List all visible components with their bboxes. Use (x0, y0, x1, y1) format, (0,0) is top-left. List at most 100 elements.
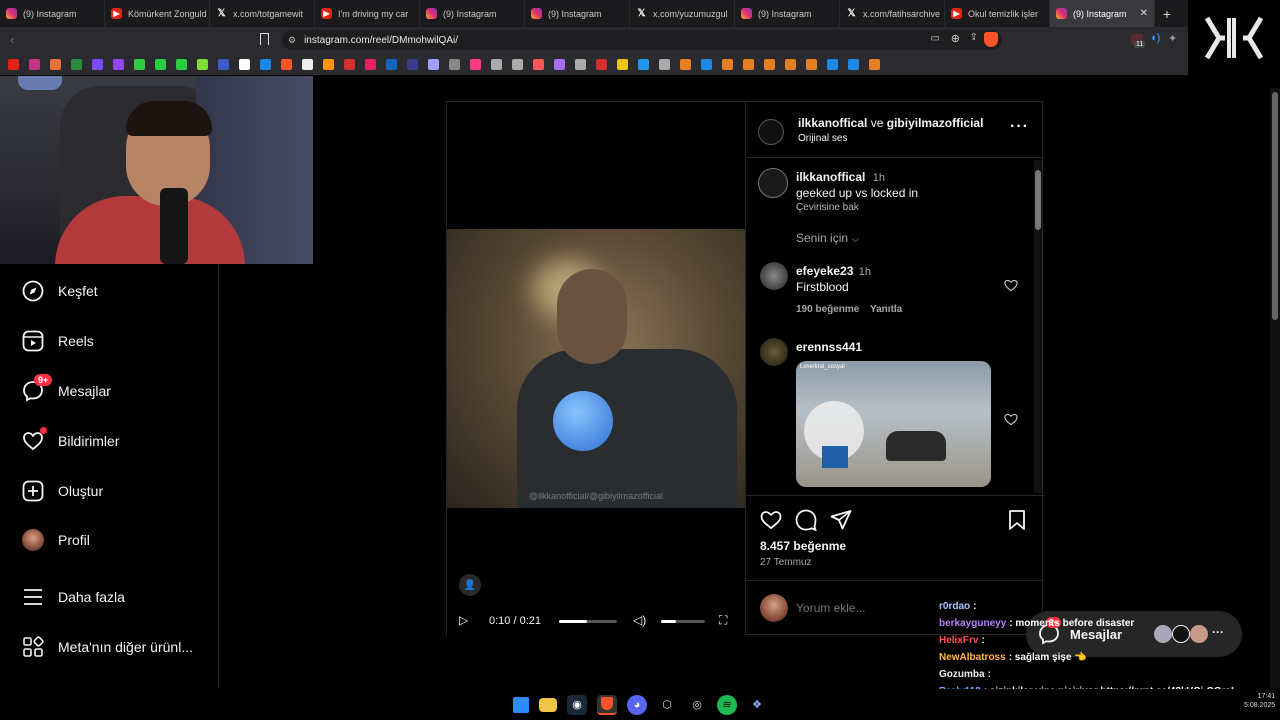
share-icon[interactable]: ⇪ (970, 32, 978, 43)
bookmark-favicon-icon[interactable] (827, 58, 838, 70)
file-explorer-icon[interactable] (539, 697, 557, 712)
comment-likes[interactable]: 190 beğenme (796, 304, 859, 315)
clock[interactable]: 17:41 5.08.2025 (1244, 692, 1275, 710)
brave-icon[interactable] (597, 694, 617, 715)
windows-start-icon[interactable] (513, 696, 529, 713)
bookmark-favicon-icon[interactable] (575, 58, 586, 70)
author-avatar[interactable] (758, 119, 784, 145)
play-icon[interactable]: ▷ (459, 613, 468, 627)
save-icon[interactable] (1008, 509, 1026, 536)
epic-icon[interactable]: ⬡ (657, 695, 677, 715)
comment-avatar[interactable] (760, 338, 788, 366)
comment-icon[interactable] (795, 509, 817, 536)
nav-messages[interactable]: 9+ Mesajlar (22, 374, 111, 402)
comment-image[interactable]: Lime/kral_sosyal (796, 361, 991, 487)
bookmark-favicon-icon[interactable] (596, 58, 607, 70)
browser-tab[interactable]: (9) Instagram (0, 0, 105, 27)
bookmark-favicon-icon[interactable] (239, 58, 250, 70)
browser-tab[interactable]: ▶ I'm driving my car (315, 0, 420, 27)
comments-scrollbar[interactable] (1034, 160, 1042, 493)
browser-tab[interactable]: 𝕏x.com/fatihsarchive (840, 0, 945, 27)
nav-more[interactable]: Daha fazla (22, 586, 125, 608)
browser-tab[interactable]: (9) Instagram (735, 0, 840, 27)
comment-like-icon[interactable] (1004, 413, 1018, 431)
page-scrollbar[interactable] (1270, 88, 1280, 688)
bookmark-favicon-icon[interactable] (533, 58, 544, 70)
site-info-icon[interactable]: ⚙ (288, 35, 296, 46)
comment-like-icon[interactable] (1004, 279, 1018, 297)
brave-shield-icon[interactable] (984, 32, 998, 47)
bookmark-favicon-icon[interactable] (92, 58, 103, 70)
zoom-icon[interactable]: ⊕ (951, 32, 960, 45)
bookmark-favicon-icon[interactable] (617, 58, 628, 70)
video-progress[interactable] (559, 620, 617, 623)
bookmark-favicon-icon[interactable] (743, 58, 754, 70)
bookmark-favicon-icon[interactable] (869, 58, 880, 70)
bookmark-favicon-icon[interactable] (50, 58, 61, 70)
bookmark-favicon-icon[interactable] (785, 58, 796, 70)
bookmark-favicon-icon[interactable] (554, 58, 565, 70)
bookmark-favicon-icon[interactable] (428, 58, 439, 70)
browser-tab[interactable]: ▶ Okul temizlik işler (945, 0, 1050, 27)
bookmark-favicon-icon[interactable] (197, 58, 208, 70)
url-text[interactable]: instagram.com/reel/DMmohwilQAi/ (304, 35, 458, 46)
browser-tab[interactable]: (9) Instagram (420, 0, 525, 27)
translate-link[interactable]: Çevirisine bak (796, 202, 859, 213)
app-icon[interactable]: ❖ (747, 695, 767, 715)
bookmark-favicon-icon[interactable] (491, 58, 502, 70)
browser-tab[interactable]: 𝕏x.com/totgamewit (210, 0, 315, 27)
comments-scroll[interactable]: ilkkanoffical 1h geeked up vs locked in … (746, 158, 1044, 495)
nav-profile[interactable]: Profil (22, 529, 90, 551)
bookmark-favicon-icon[interactable] (722, 58, 733, 70)
author-2[interactable]: gibiyilmazofficial (887, 116, 984, 130)
nav-notifications[interactable]: Bildirimler (22, 427, 119, 452)
fullscreen-icon[interactable]: ⛶ (719, 613, 727, 628)
bookmark-favicon-icon[interactable] (176, 58, 187, 70)
browser-tab[interactable]: (9) Instagram ✕ (1050, 0, 1155, 27)
bookmark-favicon-icon[interactable] (29, 58, 40, 70)
bookmark-favicon-icon[interactable] (134, 58, 145, 70)
bookmark-favicon-icon[interactable] (365, 58, 376, 70)
cast-icon[interactable]: ▭ (931, 33, 940, 44)
bookmark-favicon-icon[interactable] (281, 58, 292, 70)
bookmark-favicon-icon[interactable] (218, 58, 229, 70)
bookmark-favicon-icon[interactable] (806, 58, 817, 70)
more-options-icon[interactable]: ··· (1010, 118, 1029, 136)
author-1[interactable]: ilkkanoffical (798, 116, 867, 130)
caption-user[interactable]: ilkkanoffical (796, 170, 865, 184)
bookmark-favicon-icon[interactable] (302, 58, 313, 70)
bookmark-favicon-icon[interactable] (386, 58, 397, 70)
bookmark-favicon-icon[interactable] (113, 58, 124, 70)
discord-icon[interactable]: ◕ (627, 694, 647, 715)
spotify-icon[interactable]: ≋ (717, 694, 737, 715)
bookmark-icon[interactable] (260, 33, 269, 45)
bookmark-favicon-icon[interactable] (407, 58, 418, 70)
audio-label[interactable]: Orijinal ses (798, 133, 847, 144)
nav-reels[interactable]: Reels (22, 330, 94, 352)
bookmark-favicon-icon[interactable] (8, 58, 19, 70)
comment-user[interactable]: erennss441 (796, 340, 862, 354)
steam-icon[interactable]: ◉ (567, 694, 587, 715)
obs-icon[interactable]: ◎ (687, 695, 707, 715)
tagged-user-icon[interactable]: 👤 (459, 574, 481, 596)
bookmark-favicon-icon[interactable] (659, 58, 670, 70)
bookmark-favicon-icon[interactable] (701, 58, 712, 70)
reply-button[interactable]: Yanıtla (870, 304, 902, 315)
volume-icon[interactable]: ◁) (633, 613, 646, 627)
nav-create[interactable]: Oluştur (22, 480, 103, 502)
caption-avatar[interactable] (758, 168, 788, 198)
nav-explore[interactable]: Keşfet (22, 280, 98, 302)
address-bar[interactable]: ⚙ instagram.com/reel/DMmohwilQAi/ ▭ ⊕ ⇪ (282, 30, 1002, 50)
volume-slider[interactable] (661, 620, 705, 623)
like-icon[interactable] (760, 510, 782, 535)
comment-user[interactable]: efeyeke23 (796, 264, 853, 278)
more-icon[interactable]: ··· (1212, 625, 1224, 639)
extensions-icon[interactable]: ✦ (1168, 32, 1177, 45)
browser-tab[interactable]: 𝕏x.com/yuzumuzgul (630, 0, 735, 27)
sort-dropdown[interactable]: Senin için ⌵ (796, 231, 859, 245)
new-tab-button[interactable]: + (1155, 6, 1179, 22)
bookmark-favicon-icon[interactable] (344, 58, 355, 70)
bookmark-favicon-icon[interactable] (323, 58, 334, 70)
share-icon[interactable] (830, 509, 852, 536)
bookmark-favicon-icon[interactable] (638, 58, 649, 70)
